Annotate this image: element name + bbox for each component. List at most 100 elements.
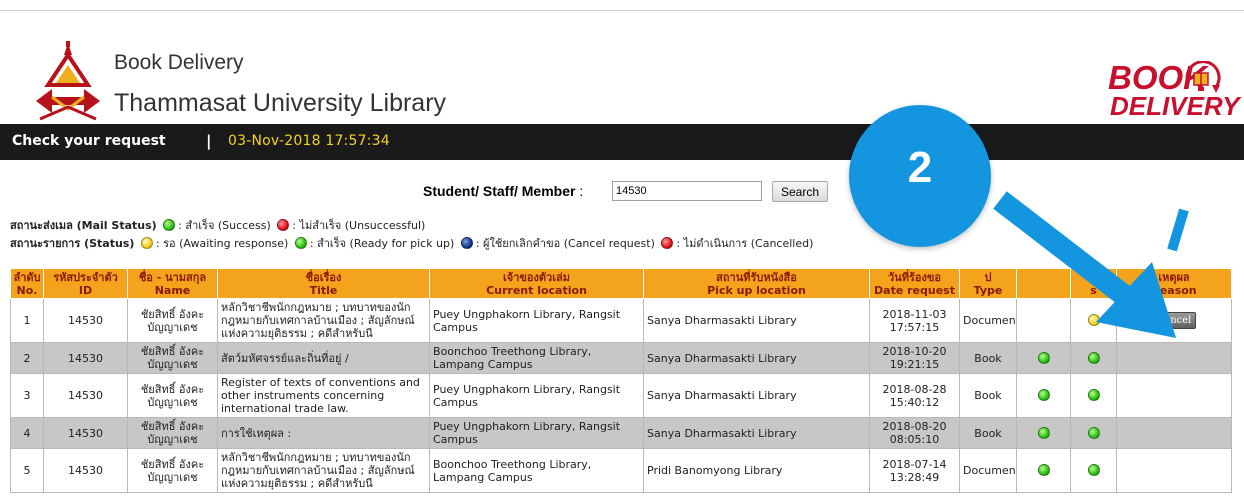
row-pickup-location: Sanya Dharmasakti Library [643,417,870,449]
request-time: 13:28:49 [889,470,940,484]
row-name: ชัยสิทธิ์ อังคะบัญญาเดช [127,417,218,449]
row-number: 5 [10,448,44,493]
row-mail-status [1016,298,1071,343]
mail-success-text: : สำเร็จ (Success) [178,219,271,232]
row-type: Book [959,373,1017,418]
row-status [1070,342,1117,374]
row-number: 4 [10,417,44,449]
row-name: ชัยสิทธิ์ อังคะบัญญาเดช [127,373,218,418]
brand-subtitle: Thammasat University Library [114,89,447,117]
thammasat-emblem-icon [36,41,100,121]
row-name: ชัยสิทธิ์ อังคะบัญญาเดช [127,298,218,343]
green-dot-icon [294,237,307,249]
column-header-english: Date request [874,283,955,297]
row-type: Document [959,448,1017,493]
row-name: ชัยสิทธิ์ อังคะบัญญาเดช [127,448,218,493]
row-title: Register of texts of conventions and oth… [217,373,430,418]
column-header-thai: ะ [1090,270,1097,284]
row-pickup-location: Sanya Dharmasakti Library [643,298,870,343]
row-mail-status [1016,373,1071,418]
column-header-thai: ชื่อ - นามสกุล [138,270,207,284]
request-table: ลำดับ No. รหัสประจำตัว ID ชื่อ - นามสกุล Name… [10,268,1232,493]
table-row: 1 14530 ชัยสิทธิ์ อังคะบัญญาเดช หลักวิชาชีพ… [10,298,1232,343]
mail-status-label: สถานะส่งเมล (Mail Status) [10,219,157,232]
green-dot-icon [1087,426,1100,439]
row-mail-status [1016,448,1071,493]
request-status-label: สถานะรายการ (Status) [10,237,135,250]
column-header-english: ID [78,283,93,297]
status-ready-text: : สำเร็จ (Ready for pick up) [309,237,455,250]
row-date-request: 2018-08-28 15:40:12 [869,373,960,418]
column-header-thai: ชื่อเรื่อง [305,270,342,284]
search-button[interactable]: Search [772,181,828,202]
row-reason: Cancel [1116,298,1232,343]
row-current-location: Puey Ungphakorn Library, Rangsit Campus [429,298,644,343]
row-date-request: 2018-11-03 17:57:15 [869,298,960,343]
brand-title: Book Delivery [114,51,244,74]
green-dot-icon [1087,464,1100,476]
row-pickup-location: Pridi Banomyong Library [643,448,870,493]
row-number: 3 [10,373,44,418]
status-bar: Check your request | 03-Nov-2018 17:57:3… [0,124,1244,160]
column-header: ะs [1070,268,1117,299]
column-header [1016,268,1071,299]
request-date: 2018-08-28 [882,382,947,396]
row-reason [1116,448,1232,493]
column-header: ชื่อ - นามสกุล Name [127,268,218,299]
request-time: 15:40:12 [889,395,940,409]
check-request-label: Check your request [12,133,166,149]
row-member-id: 14530 [43,417,128,449]
search-label: Student/ Staff/ Member : [423,183,584,199]
row-reason [1116,373,1232,418]
member-id-input[interactable] [612,181,762,201]
column-header-thai: รหัสประจำตัว [53,270,118,284]
row-status [1070,448,1117,493]
row-title: หลักวิชาชีพนักกฎหมาย ; บทบาทของนักกฎหมาย… [217,298,430,343]
column-header: วันที่ร้องขอ Date request [869,268,960,299]
row-member-id: 14530 [43,373,128,418]
column-header: รหัสประจำตัว ID [43,268,128,299]
column-header-english: Name [154,283,191,297]
yellow-dot-icon [140,237,153,249]
request-time: 08:05:10 [889,433,940,446]
row-type: Documen [959,298,1017,343]
table-row: 2 14530 ชัยสิทธิ์ อังคะบัญญาเดช สัตว์มหัศจร… [10,342,1232,374]
green-dot-icon [1037,464,1050,476]
green-dot-icon [1037,426,1050,439]
row-reason [1116,417,1232,449]
row-status [1070,298,1117,343]
row-type: Book [959,417,1017,449]
step-number: 2 [907,143,933,192]
status-wait-text: : รอ (Awaiting response) [155,237,289,250]
table-row: 3 14530 ชัยสิทธิ์ อังคะบัญญาเดช Register of… [10,373,1232,418]
column-header: ชื่อเรื่อง Title [217,268,430,299]
row-member-id: 14530 [43,298,128,343]
green-dot-icon [1087,389,1100,401]
column-header: ป Type [959,268,1017,299]
column-header-thai: วันที่ร้องขอ [888,270,941,284]
row-pickup-location: Sanya Dharmasakti Library [643,342,870,374]
column-header-thai: เหตุผล [1158,270,1190,284]
row-mail-status [1016,417,1071,449]
column-header-thai: ป [984,270,992,284]
row-current-location: Puey Ungphakorn Library, Rangsit Campus [429,417,644,449]
mail-fail-text: : ไม่สำเร็จ (Unsuccessful) [292,219,426,232]
row-title: สัตว์มหัศจรรย์และถิ่นที่อยู่ / [217,342,430,374]
column-header: ลำดับ No. [10,268,44,299]
mail-status-legend: สถานะส่งเมล (Mail Status) : สำเร็จ (Succ… [10,216,425,234]
row-title: หลักวิชาชีพนักกฎหมาย ; บทบาทของนักกฎหมาย… [217,448,430,493]
site-header: Book Delivery Thammasat University Libra… [0,11,1244,124]
row-date-request: 2018-10-20 19:21:15 [869,342,960,374]
status-cancel-request-text: : ผู้ใช้ยกเลิกคำขอ (Cancel request) [475,237,655,250]
row-member-id: 14530 [43,448,128,493]
column-header-thai: สถานที่รับหนังสือ [716,270,797,284]
cancel-request-button[interactable]: Cancel [1151,312,1197,329]
row-number: 2 [10,342,44,374]
row-current-location: Boonchoo Treethong Library, Lampang Camp… [429,342,644,374]
column-header: เจ้าของตัวเล่ม Current location [429,268,644,299]
book-delivery-logo: BOOK DELIVERY [1108,61,1240,133]
row-name: ชัยสิทธิ์ อังคะบัญญาเดช [127,342,218,374]
table-row: 4 14530 ชัยสิทธิ์ อังคะบัญญาเดช การใช้เหตุผ… [10,417,1232,449]
row-member-id: 14530 [43,342,128,374]
column-header: สถานที่รับหนังสือ Pick up location [643,268,870,299]
